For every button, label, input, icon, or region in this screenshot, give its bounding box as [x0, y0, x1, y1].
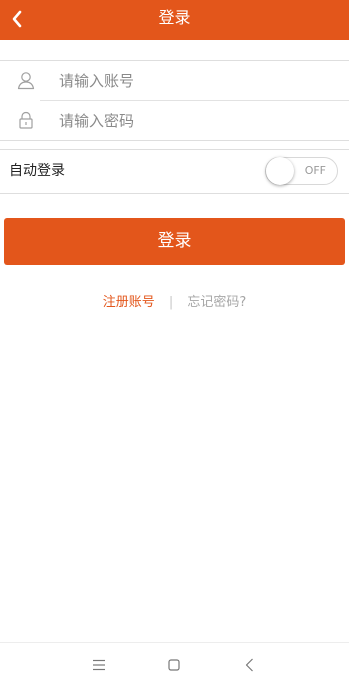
page-title: 登录: [158, 8, 191, 27]
link-separator: |: [168, 295, 174, 310]
account-links: 注册账号 | 忘记密码?: [0, 291, 349, 311]
menu-icon[interactable]: [89, 655, 109, 675]
toggle-knob: [266, 157, 294, 185]
forgot-password-link[interactable]: 忘记密码?: [187, 295, 246, 310]
register-link[interactable]: 注册账号: [103, 295, 155, 310]
auto-login-label: 自动登录: [9, 163, 65, 179]
login-button[interactable]: 登录: [4, 218, 345, 265]
account-input[interactable]: [59, 67, 319, 95]
toggle-state-text: OFF: [304, 164, 326, 177]
password-input[interactable]: [59, 107, 319, 135]
password-row: [0, 101, 349, 140]
back-triangle-icon[interactable]: [240, 655, 260, 675]
home-square-icon[interactable]: [164, 655, 184, 675]
lock-icon: [19, 111, 33, 129]
system-nav-bar: [0, 642, 349, 687]
user-icon: [17, 72, 35, 90]
auto-login-row: 自动登录 OFF: [0, 149, 349, 194]
auto-login-toggle[interactable]: OFF: [265, 157, 338, 185]
credentials-form: [0, 60, 349, 141]
login-screen: 登录 自动登录 OFF 登录 注册账号: [0, 0, 349, 687]
account-row: [0, 61, 349, 101]
app-header: 登录: [0, 0, 349, 40]
